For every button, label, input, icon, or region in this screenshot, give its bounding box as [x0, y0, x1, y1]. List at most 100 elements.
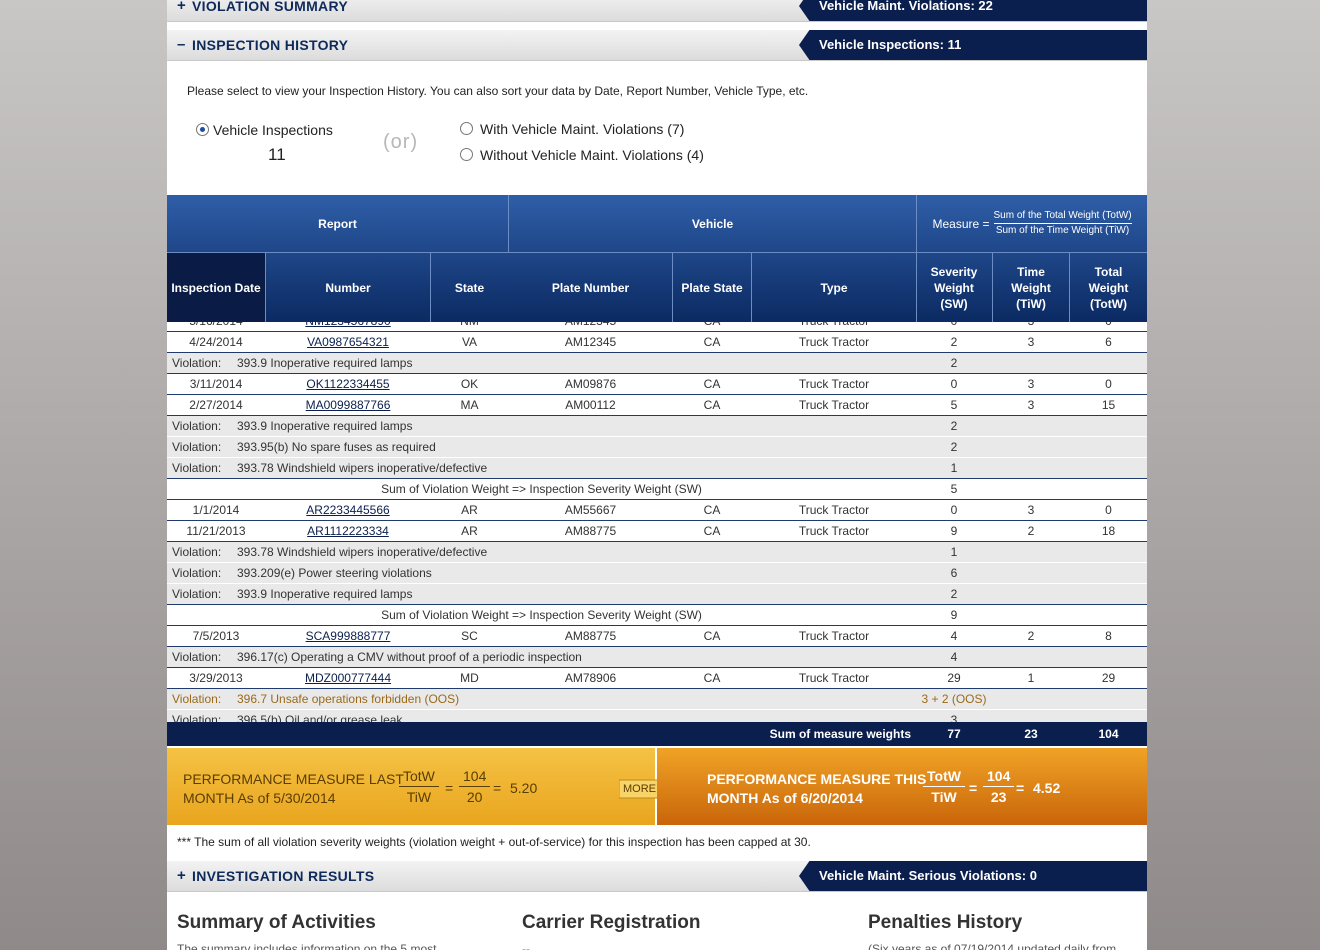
- sort-time-weight[interactable]: Time Weight (TiW): [993, 253, 1069, 322]
- perf-last-title: PERFORMANCE MEASURE LAST MONTH As of 5/3…: [183, 770, 404, 808]
- violation-label: Violation:: [172, 692, 222, 706]
- collapse-icon[interactable]: –: [177, 36, 185, 53]
- inspection-row[interactable]: 3/11/2014 OK1122334455 OK AM09876 CA Truck Tr…: [167, 374, 1147, 395]
- measure-denominator: Sum of the Time Weight (TiW): [995, 225, 1130, 236]
- table-header: Report Vehicle Measure = Sum of the Tota…: [167, 195, 1147, 322]
- severity-weight: 0: [950, 503, 958, 517]
- inspection-row[interactable]: 4/24/2014 VA0987654321 VA AM12345 CA Truck Tr…: [167, 332, 1147, 353]
- sort-inspection-date[interactable]: Inspection Date: [167, 253, 265, 322]
- vehicle-inspections-radio[interactable]: [196, 123, 209, 136]
- report-number-link[interactable]: NM1234567890: [266, 322, 430, 328]
- inspection-row[interactable]: 2/27/2014 MA0099887766 MA AM00112 CA Truck Tr…: [167, 395, 1147, 416]
- penalties-history-title: Penalties History: [868, 912, 1023, 933]
- inspection-row[interactable]: 11/21/2013 AR1112223334 AR AM88775 CA Truck T…: [167, 521, 1147, 542]
- severity-sum-value: 9: [950, 608, 958, 622]
- violation-weight: 1: [950, 461, 958, 475]
- perf-last-result: 5.20: [510, 780, 538, 796]
- severity-weight: 2: [950, 335, 958, 349]
- violation-weight: 6: [950, 566, 958, 580]
- severity-weight: 5: [950, 398, 958, 412]
- violation-description: 393.78 Windshield wipers inoperative/def…: [237, 545, 488, 559]
- expand-icon[interactable]: +: [177, 867, 186, 884]
- time-weight: 3: [993, 322, 1069, 328]
- violation-row: Violation: 396.5(b) Oil and/or grease lea…: [167, 710, 1147, 722]
- intro-text: Please select to view your Inspection Hi…: [187, 84, 809, 98]
- inspection-date: 3/11/2014: [189, 377, 243, 391]
- tiw-label: TiW: [406, 789, 432, 805]
- vehicle-inspections-count: 11: [268, 145, 286, 164]
- serious-violations-flag: Vehicle Maint. Serious Violations: 0: [799, 861, 1147, 891]
- with-violations-radio[interactable]: [460, 122, 473, 135]
- total-weight: 29: [1101, 671, 1116, 685]
- inspection-row[interactable]: 3/29/2013 MDZ000777444 MD AM78906 CA Truck Tr…: [167, 668, 1147, 689]
- penalties-history-text: (Six years as of 07/19/2014 updated dail…: [868, 942, 1117, 950]
- plate-number: AM78906: [564, 671, 617, 685]
- report-number-link[interactable]: OK1122334455: [266, 377, 430, 391]
- report-number-link[interactable]: SCA999888777: [266, 629, 430, 643]
- perf-last-label-fraction: TotW TiW: [399, 768, 439, 805]
- violation-weight: 4: [950, 650, 958, 664]
- plate-state: CA: [703, 398, 721, 412]
- inspection-row[interactable]: 5/16/2014NM1234567890NMAM12345CATruck Tr…: [167, 322, 1147, 332]
- plate-state: CA: [703, 335, 721, 349]
- plate-number: AM09876: [564, 377, 617, 391]
- report-number-link[interactable]: VA0987654321: [266, 335, 430, 349]
- sort-plate-number[interactable]: Plate Number: [509, 253, 672, 322]
- sort-number[interactable]: Number: [266, 253, 430, 322]
- violation-weight: 3: [950, 713, 958, 722]
- vehicle-inspections-label[interactable]: Vehicle Inspections: [213, 122, 333, 138]
- expand-icon[interactable]: +: [177, 0, 186, 14]
- totals-tiw: 23: [1024, 727, 1038, 741]
- violation-label: Violation:: [172, 566, 222, 580]
- sort-state[interactable]: State: [431, 253, 508, 322]
- report-number-link[interactable]: AR2233445566: [266, 503, 430, 517]
- violation-label: Violation:: [172, 713, 222, 722]
- equals-sign: =: [445, 780, 454, 796]
- plate-state: CA: [673, 322, 751, 328]
- sort-type[interactable]: Type: [752, 253, 916, 322]
- violation-summary-title[interactable]: VIOLATION SUMMARY: [192, 0, 348, 14]
- report-number-link[interactable]: AR1112223334: [266, 524, 430, 538]
- inspection-history-bar[interactable]: – INSPECTION HISTORY Vehicle Inspections…: [167, 30, 1147, 61]
- inspection-date: 4/24/2014: [189, 335, 243, 349]
- with-violations-label[interactable]: With Vehicle Maint. Violations (7): [480, 121, 684, 137]
- plate-state: CA: [703, 503, 721, 517]
- report-number-link[interactable]: MA0099887766: [266, 398, 430, 412]
- summary-of-activities-text: The summary includes information on the …: [177, 942, 437, 950]
- totals-row: Sum of measure weights 77 23 104: [167, 722, 1147, 746]
- inspection-history-title[interactable]: INSPECTION HISTORY: [192, 37, 348, 53]
- vehicle-type: Truck Tractor: [798, 629, 870, 643]
- total-weight: 6: [1105, 335, 1112, 349]
- violation-weight: 3 + 2 (OOS): [921, 692, 987, 706]
- inspection-row[interactable]: 1/1/2014 AR2233445566 AR AM55667 CA Truck Tra…: [167, 500, 1147, 521]
- measure-numerator: Sum of the Total Weight (TotW): [993, 209, 1132, 224]
- report-number-link[interactable]: MDZ000777444: [266, 671, 430, 685]
- measure-label: Measure =: [932, 216, 990, 231]
- without-violations-label[interactable]: Without Vehicle Maint. Violations (4): [480, 147, 704, 163]
- without-violations-radio[interactable]: [460, 148, 473, 161]
- plate-number: AM88775: [564, 524, 617, 538]
- report-state: AR: [461, 503, 478, 517]
- investigation-results-bar[interactable]: + INVESTIGATION RESULTS Vehicle Maint. S…: [167, 861, 1147, 892]
- violation-row: Violation: 393.9 Inoperative required lam…: [167, 416, 1147, 436]
- violation-weight: 2: [950, 440, 958, 454]
- carrier-registration-text: --: [522, 942, 530, 950]
- violation-summary-bar[interactable]: + VIOLATION SUMMARY Vehicle Maint. Viola…: [167, 0, 1147, 22]
- equals-sign: =: [493, 780, 502, 796]
- investigation-results-title[interactable]: INVESTIGATION RESULTS: [192, 868, 374, 884]
- sort-severity-weight[interactable]: Severity Weight (SW): [917, 253, 991, 322]
- perf-last-num: 104: [459, 768, 491, 787]
- violation-row: Violation: 393.9 Inoperative required lam…: [167, 584, 1147, 605]
- measure-fraction: Sum of the Total Weight (TotW) Sum of th…: [993, 209, 1132, 238]
- time-weight: 2: [1027, 524, 1035, 538]
- inspection-date: 2/27/2014: [189, 398, 243, 412]
- sort-total-weight[interactable]: Total Weight (TotW): [1070, 253, 1147, 322]
- inspection-table-body[interactable]: 5/16/2014NM1234567890NMAM12345CATruck Tr…: [167, 322, 1147, 722]
- perf-last-title-line2: MONTH As of 5/30/2014: [183, 790, 336, 806]
- violation-description: 396.7 Unsafe operations forbidden (OOS): [237, 692, 460, 706]
- violation-description: 393.9 Inoperative required lamps: [237, 356, 413, 370]
- inspection-row[interactable]: 7/5/2013 SCA999888777 SC AM88775 CA Truck Tra…: [167, 626, 1147, 647]
- report-state: OK: [460, 377, 479, 391]
- sort-plate-state[interactable]: Plate State: [673, 253, 751, 322]
- plate-state: CA: [703, 671, 721, 685]
